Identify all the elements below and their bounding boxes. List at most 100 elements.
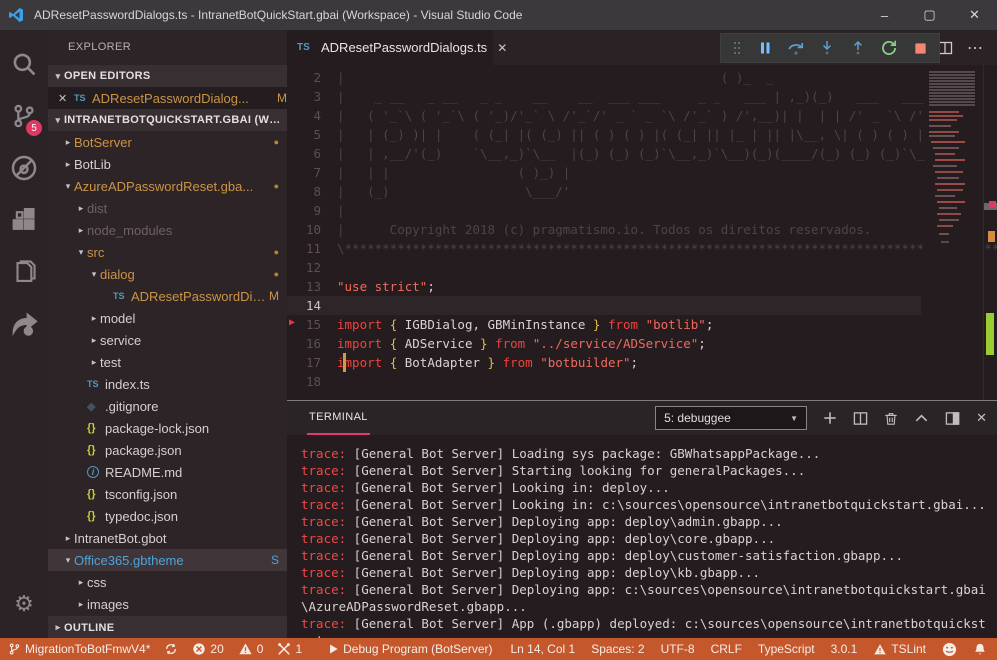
tree-item-package-lock-json[interactable]: {}package-lock.json [48, 417, 287, 439]
tree-item-package-json[interactable]: {}package.json [48, 439, 287, 461]
spaces-item[interactable]: Spaces: 2 [591, 642, 644, 656]
terminal-output[interactable]: trace: [General Bot Server] Loading sys … [287, 435, 997, 638]
tools-item[interactable]: 1 [277, 642, 302, 656]
more-actions-icon[interactable]: ⋯ [967, 38, 983, 58]
extensions-icon[interactable] [0, 194, 48, 246]
sync-icon[interactable] [164, 642, 178, 656]
chevron-collapsed-icon[interactable]: ▸ [88, 335, 100, 346]
debug-program-item[interactable]: Debug Program (BotServer) [328, 642, 492, 656]
warnings-item[interactable]: 0 [238, 642, 264, 656]
chevron-collapsed-icon[interactable]: ▸ [88, 357, 100, 368]
encoding-item[interactable]: UTF-8 [661, 642, 695, 656]
code-line-13[interactable]: 13"use strict"; [287, 277, 921, 296]
code-line-18[interactable]: 18 [287, 372, 921, 391]
chevron-collapsed-icon[interactable]: ▸ [75, 203, 87, 214]
new-terminal-icon[interactable] [823, 411, 837, 425]
git-branch-item[interactable]: MigrationToBotFmwV4* [8, 642, 150, 656]
pages-icon[interactable] [0, 246, 48, 298]
step-over-button[interactable] [787, 39, 805, 57]
code-line-7[interactable]: 7| | | ( )_) | [287, 163, 921, 182]
code-line-4[interactable]: 4| ( '_`\ ( '_`\ ( '_)/'_` \ /'_`/' _ ` … [287, 106, 921, 125]
outline-header[interactable]: ▸ OUTLINE [48, 616, 287, 638]
tree-item-typedoc-json[interactable]: {}typedoc.json [48, 505, 287, 527]
code-line-8[interactable]: 8| (_) \___/' [287, 182, 921, 201]
close-panel-icon[interactable]: ✕ [976, 410, 987, 426]
errors-item[interactable]: 20 [192, 642, 223, 656]
chevron-collapsed-icon[interactable]: ▸ [75, 225, 87, 236]
terminal-tab[interactable]: TERMINAL [307, 401, 370, 435]
code-editor[interactable]: 2| ( )_ _3| _ __ _ __ _ _ __ __ ___ ___ … [287, 65, 997, 400]
tree-item-src[interactable]: ▾src● [48, 241, 287, 263]
code-line-17[interactable]: 17import { BotAdapter } from "botbuilder… [287, 353, 921, 372]
chevron-expanded-icon[interactable]: ▾ [88, 269, 100, 280]
chevron-expanded-icon[interactable]: ▾ [62, 181, 74, 192]
toolbar-drag-handle[interactable] [732, 40, 742, 56]
step-out-button[interactable] [850, 39, 866, 57]
close-icon[interactable]: ✕ [58, 92, 74, 105]
code-line-9[interactable]: 9| [287, 201, 921, 220]
maximize-panel-icon[interactable] [914, 411, 929, 426]
tree-item-dialog[interactable]: ▾dialog● [48, 263, 287, 285]
tab-adresetpassworddialogs[interactable]: TS ADResetPasswordDialogs.ts ✕ [287, 30, 493, 65]
chevron-collapsed-icon[interactable]: ▸ [62, 533, 74, 544]
code-line-6[interactable]: 6| | ,__/'(_) `\__,_)`\__ |(_) (_) (_)`\… [287, 144, 921, 163]
code-line-14[interactable]: 14 [287, 296, 921, 315]
maximize-button[interactable]: ▢ [907, 0, 952, 30]
tree-item-adresetpassworddial-[interactable]: TSADResetPasswordDial...M [48, 285, 287, 307]
tree-item--gitignore[interactable]: ◆.gitignore [48, 395, 287, 417]
code-line-12[interactable]: 12 [287, 258, 921, 277]
search-icon[interactable] [0, 38, 48, 90]
tree-item-office365-gbtheme[interactable]: ▾Office365.gbthemeS [48, 549, 287, 571]
code-line-11[interactable]: 11\*************************************… [287, 239, 921, 258]
tree-item-azureadpasswordreset-gba-[interactable]: ▾AzureADPasswordReset.gba...● [48, 175, 287, 197]
tree-item-botserver[interactable]: ▸BotServer● [48, 131, 287, 153]
line-col-item[interactable]: Ln 14, Col 1 [510, 642, 575, 656]
debug-icon[interactable] [0, 142, 48, 194]
split-terminal-icon[interactable] [853, 411, 868, 426]
code-line-5[interactable]: 5| | (_) )| | ( (_| |( (_) || ( ) ( ) |(… [287, 125, 921, 144]
code-line-3[interactable]: 3| _ __ _ __ _ _ __ __ ___ ___ _ _ ___ |… [287, 87, 921, 106]
code-line-15[interactable]: 15▶import { IGBDialog, GBMinInstance } f… [287, 315, 921, 334]
tree-item-intranetbot-gbot[interactable]: ▸IntranetBot.gbot [48, 527, 287, 549]
tree-item-css[interactable]: ▸css [48, 571, 287, 593]
tree-item-botlib[interactable]: ▸BotLib [48, 153, 287, 175]
tree-item-index-ts[interactable]: TSindex.ts [48, 373, 287, 395]
open-editors-header[interactable]: ▾ OPEN EDITORS [48, 65, 287, 87]
chevron-collapsed-icon[interactable]: ▸ [88, 313, 100, 324]
minimap[interactable] [925, 65, 983, 400]
tree-item-images[interactable]: ▸images [48, 593, 287, 615]
tree-item-tsconfig-json[interactable]: {}tsconfig.json [48, 483, 287, 505]
share-arrow-icon[interactable] [0, 298, 48, 350]
chevron-collapsed-icon[interactable]: ▸ [75, 599, 87, 610]
kill-terminal-icon[interactable] [884, 411, 898, 426]
chevron-expanded-icon[interactable]: ▾ [75, 247, 87, 258]
notifications-bell-icon[interactable] [973, 642, 987, 657]
pause-button[interactable] [757, 40, 773, 56]
chevron-collapsed-icon[interactable]: ▸ [75, 577, 87, 588]
chevron-expanded-icon[interactable]: ▾ [62, 555, 74, 566]
language-item[interactable]: TypeScript [758, 642, 815, 656]
close-button[interactable]: ✕ [952, 0, 997, 30]
tree-item-service[interactable]: ▸service [48, 329, 287, 351]
chevron-collapsed-icon[interactable]: ▸ [62, 137, 74, 148]
tree-item-readme-md[interactable]: iREADME.md [48, 461, 287, 483]
feedback-smiley-icon[interactable] [942, 642, 957, 657]
tree-item-dist[interactable]: ▸dist [48, 197, 287, 219]
code-line-16[interactable]: 16import { ADService } from "../service/… [287, 334, 921, 353]
terminal-select[interactable]: 5: debuggee ▼ [655, 406, 807, 430]
workspace-header[interactable]: ▾ INTRANETBOTQUICKSTART.GBAI (WO... [48, 109, 287, 131]
toggle-panel-icon[interactable] [945, 411, 960, 426]
stop-button[interactable] [913, 41, 928, 56]
open-editor-item[interactable]: ✕ TS ADResetPasswordDialog... M [48, 87, 287, 109]
tab-close-icon[interactable]: ✕ [497, 41, 507, 55]
code-line-2[interactable]: 2| ( )_ _ [287, 68, 921, 87]
code-line-10[interactable]: 10| Copyright 2018 (c) pragmatismo.io. T… [287, 220, 921, 239]
chevron-collapsed-icon[interactable]: ▸ [62, 159, 74, 170]
version-item[interactable]: 3.0.1 [831, 642, 858, 656]
settings-gear-icon[interactable]: ⚙ [0, 578, 48, 630]
restart-button[interactable] [880, 39, 898, 57]
tree-item-test[interactable]: ▸test [48, 351, 287, 373]
eol-item[interactable]: CRLF [711, 642, 742, 656]
scrollbar[interactable] [983, 65, 997, 400]
minimize-button[interactable]: – [862, 0, 907, 30]
